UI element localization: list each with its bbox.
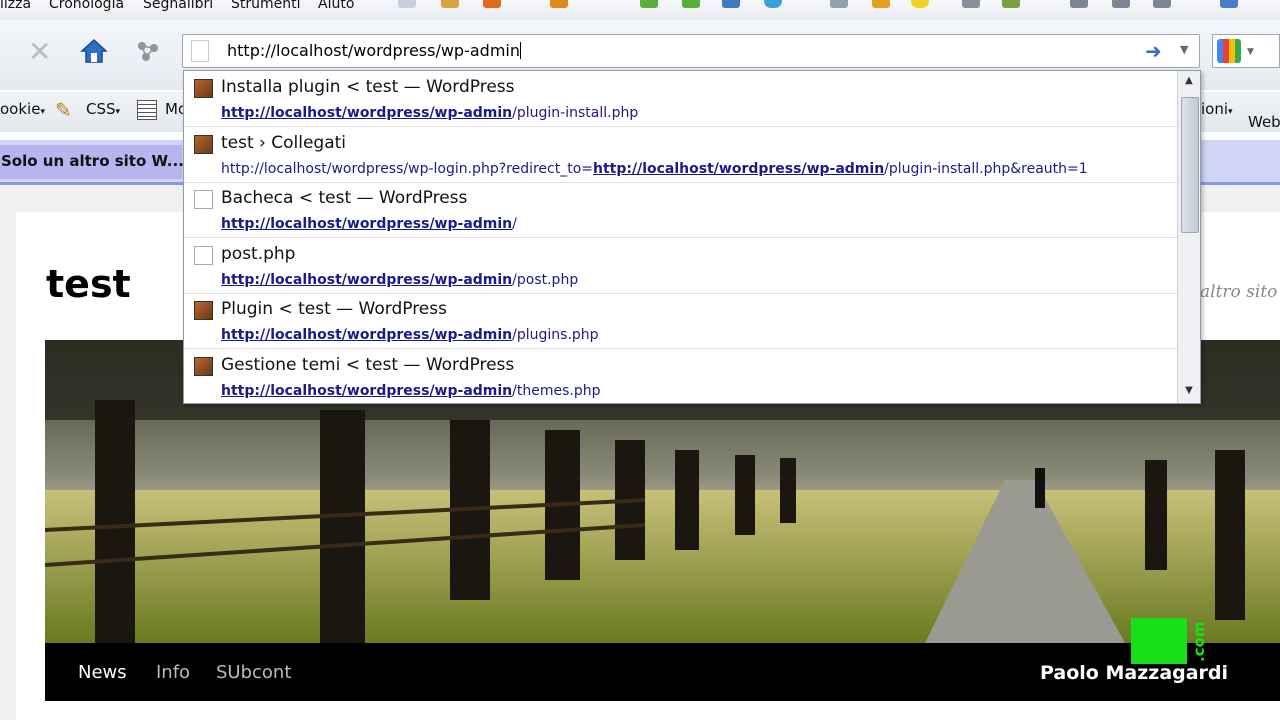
toolbar-print-icon[interactable] [962, 0, 980, 8]
autocomplete-url: http://localhost/wordpress/wp-admin/post… [221, 272, 578, 288]
toolbar-add-icon[interactable] [640, 0, 658, 8]
url-match: http://localhost/wordpress/wp-admin [221, 327, 513, 343]
url-autocomplete-dropdown: Installa plugin < test — WordPress http:/… [183, 70, 1201, 404]
autocomplete-title: Plugin < test — WordPress [221, 299, 447, 319]
menu-bar: lizza Cronologia Segnalibri Strumenti Ai… [0, 0, 1280, 20]
font-size-a3-icon[interactable] [1153, 0, 1171, 8]
autocomplete-row[interactable]: Plugin < test — WordPress http://localhos… [184, 293, 1177, 349]
toolbar-page-icon[interactable] [398, 0, 416, 8]
url-bar[interactable]: http://localhost/wordpress/wp-admin ➜ ▼ [182, 34, 1200, 68]
url-text: http://localhost/wordpress/wp-admin [227, 41, 520, 60]
wand-icon: ✎ [55, 98, 72, 122]
dropdown-scrollbar[interactable]: ▲ ▼ [1177, 71, 1200, 403]
autocomplete-row[interactable]: post.php http://localhost/wordpress/wp-ad… [184, 238, 1177, 294]
logo-com-text: .com [1190, 621, 1208, 662]
nav-link-news[interactable]: News [78, 662, 127, 683]
url-suffix: /plugin-install.php&reauth=1 [884, 160, 1088, 177]
autocomplete-title: Bacheca < test — WordPress [221, 188, 468, 208]
url-match: http://localhost/wordpress/wp-admin [221, 105, 513, 121]
google-icon [1217, 39, 1241, 63]
autocomplete-title: Installa plugin < test — WordPress [221, 77, 515, 97]
scroll-down-icon[interactable]: ▼ [1181, 383, 1197, 399]
form-icon [137, 100, 157, 120]
bookmark-web[interactable]: Web [1248, 113, 1280, 131]
search-engine-arrow-icon[interactable]: ▼ [1247, 47, 1254, 57]
site-tagline: altro sito W [1200, 282, 1280, 302]
network-icon[interactable] [136, 40, 160, 62]
blank-page-icon [194, 245, 213, 265]
url-prefix: http://localhost/wordpress/wp-login.php?… [221, 160, 594, 177]
nav-link-subcont[interactable]: SUbcont [216, 662, 291, 683]
tab-title: Solo un altro sito W... [1, 152, 184, 170]
bookmark-css-label: CSS [86, 100, 116, 118]
toolbar-ext-icon[interactable] [1220, 0, 1238, 8]
url-suffix: /themes.php [512, 382, 601, 399]
url-match: http://localhost/wordpress/wp-admin [221, 382, 513, 399]
autocomplete-title: post.php [221, 243, 296, 264]
search-box[interactable]: ▼ [1212, 34, 1280, 68]
toolbar-star-icon[interactable] [872, 0, 890, 8]
scrollbar-thumb[interactable] [1181, 97, 1199, 233]
bookmark-opzioni-label: ioni [1201, 100, 1229, 118]
scroll-up-icon[interactable]: ▲ [1181, 73, 1197, 89]
menu-item-visualizza[interactable]: lizza [0, 0, 31, 12]
toolbar-add2-icon[interactable] [682, 0, 700, 8]
autocomplete-title: Gestione temi < test — WordPress [221, 354, 515, 375]
author-watermark: Paolo Mazzagardi [1040, 662, 1229, 684]
url-suffix: / [512, 216, 517, 232]
wordpress-favicon-icon [194, 79, 213, 98]
autocomplete-row[interactable]: Gestione temi < test — WordPress http://l… [184, 349, 1177, 404]
menu-item-cronologia[interactable]: Cronologia [49, 0, 124, 12]
site-title[interactable]: test [46, 262, 131, 306]
font-size-a-icon[interactable] [1070, 0, 1088, 8]
autocomplete-row[interactable]: Installa plugin < test — WordPress http:/… [184, 71, 1177, 127]
autocomplete-row[interactable]: test › Collegati http://localhost/wordpre… [184, 127, 1177, 183]
toolbar-bug-icon[interactable] [1002, 0, 1020, 8]
autocomplete-url: http://localhost/wordpress/wp-admin/plug… [221, 105, 638, 121]
url-suffix: /plugins.php [512, 327, 599, 343]
nav-link-info[interactable]: Info [156, 662, 190, 683]
url-suffix: /plugin-install.php [512, 105, 639, 121]
autocomplete-url: http://localhost/wordpress/wp-admin/ [221, 216, 517, 232]
bookmark-cookie[interactable]: ookie▾ [0, 100, 45, 118]
wordpress-favicon-icon [194, 301, 213, 320]
bookmark-cookie-label: ookie [0, 100, 41, 118]
menu-item-aiuto[interactable]: Aiuto [318, 0, 354, 12]
toolbar-download2-icon[interactable] [550, 0, 568, 8]
menu-item-strumenti[interactable]: Strumenti [231, 0, 301, 12]
url-match: http://localhost/wordpress/wp-admin [221, 271, 513, 288]
stop-icon[interactable]: ✕ [28, 38, 51, 66]
url-match: http://localhost/wordpress/wp-admin [593, 160, 885, 177]
bookmark-opzioni[interactable]: ioni▾ [1201, 100, 1233, 118]
puzzle-logo-icon [1131, 618, 1187, 664]
autocomplete-title: test › Collegati [221, 132, 347, 153]
toolbar-gallery-icon[interactable] [722, 0, 740, 8]
home-icon[interactable] [80, 38, 108, 64]
autocomplete-url: http://localhost/wordpress/wp-login.php?… [221, 161, 1088, 177]
url-suffix: /post.php [512, 271, 579, 288]
menu-item-segnalibri[interactable]: Segnalibri [143, 0, 213, 12]
toolbar-tool-icon[interactable] [830, 0, 848, 8]
page-icon [191, 40, 209, 62]
text-caret [520, 42, 521, 59]
bookmark-css[interactable]: CSS▾ [86, 100, 120, 118]
toolbar-download-icon[interactable] [483, 0, 501, 8]
dropdown-arrow-icon[interactable]: ▼ [1180, 43, 1188, 56]
toolbar-globe-icon[interactable] [764, 0, 782, 8]
toolbar-addon-icon[interactable] [441, 0, 459, 8]
wordpress-favicon-icon [194, 134, 213, 154]
blank-page-icon [194, 190, 213, 209]
wordpress-favicon-icon [194, 356, 213, 376]
font-size-a2-icon[interactable] [1112, 0, 1130, 8]
autocomplete-url: http://localhost/wordpress/wp-admin/plug… [221, 327, 599, 343]
toolbar-hazard-icon[interactable] [911, 0, 929, 8]
autocomplete-url: http://localhost/wordpress/wp-admin/them… [221, 383, 601, 399]
autocomplete-row[interactable]: Bacheca < test — WordPress http://localho… [184, 182, 1177, 238]
go-arrow-icon[interactable]: ➜ [1145, 39, 1162, 63]
url-match: http://localhost/wordpress/wp-admin [221, 216, 513, 232]
